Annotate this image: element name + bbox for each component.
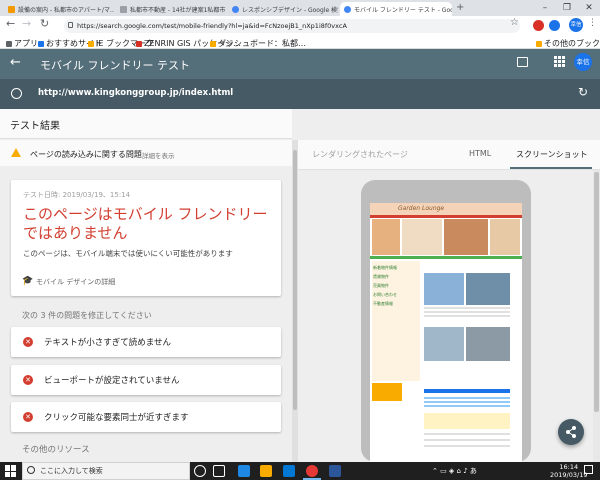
graduation-cap-icon: 🎓 xyxy=(22,276,34,286)
other-resources-heading: その他のリソース xyxy=(22,445,90,455)
extension-icon[interactable] xyxy=(549,20,560,31)
tab-label: レスポンシブデザイン - Google 検索 xyxy=(242,6,338,14)
bookmark-item[interactable]: ダッシュボード：私都… xyxy=(210,38,306,49)
folder-icon xyxy=(88,40,94,47)
forward-arrow-icon[interactable]: → xyxy=(22,17,31,30)
page-screenshot: Garden Lounge 新着物件情報 賃貸物件 売買物件 お問い合わせ 不動… xyxy=(370,203,522,462)
search-icon xyxy=(27,466,35,474)
favicon-icon xyxy=(38,40,44,47)
google-g-icon xyxy=(232,5,239,13)
clock-time: 16:14 xyxy=(559,463,579,471)
favicon-icon xyxy=(136,40,142,47)
browser-tab-1[interactable]: 設備の案内 - 私都市のアパート/マ… ✕ xyxy=(4,2,114,16)
system-tray-icons[interactable]: ⌃ ▭ ◈ ⌂ ♪ あ xyxy=(432,466,477,476)
new-tab-button[interactable]: + xyxy=(456,2,464,13)
cortana-icon[interactable] xyxy=(194,465,206,477)
issue-text: クリック可能な要素同士が近すぎます xyxy=(44,413,189,423)
reload-icon[interactable]: ↻ xyxy=(40,17,49,30)
warning-icon xyxy=(11,148,21,157)
edge-icon[interactable] xyxy=(238,465,250,477)
issues-heading: 次の 3 件の問題を修正してください xyxy=(22,311,152,320)
share-button[interactable] xyxy=(558,419,584,445)
file-explorer-icon[interactable] xyxy=(260,465,272,477)
folder-icon xyxy=(536,40,542,47)
issue-card[interactable]: ✕ テキストが小さすぎて読めません xyxy=(11,327,281,357)
browser-tab-active[interactable]: モバイル フレンドリー テスト - Googl… ✕ xyxy=(340,2,452,16)
retest-refresh-icon[interactable]: ↻ xyxy=(578,85,588,99)
verdict-heading: このページはモバイル フレンドリーではありません xyxy=(23,205,268,242)
verdict-subtext: このページは、モバイル端末では使いにくい可能性があります xyxy=(23,249,233,258)
outlook-icon[interactable] xyxy=(283,465,295,477)
other-bookmarks[interactable]: その他のブックマーク xyxy=(536,38,600,49)
menu-kebab-icon[interactable]: ⋮ xyxy=(588,18,597,28)
task-view-icon[interactable] xyxy=(213,465,225,477)
tab-html[interactable]: HTML xyxy=(469,149,491,158)
details-link[interactable]: 詳細を表示 xyxy=(142,150,175,160)
site-logo: Garden Lounge xyxy=(398,205,445,212)
profile-avatar[interactable]: 幸信 xyxy=(569,18,583,32)
loading-issue-title: ページの読み込みに関する問題 xyxy=(30,150,142,159)
issue-card[interactable]: ✕ クリック可能な要素同士が近すぎます xyxy=(11,402,281,432)
scrollbar-thumb[interactable] xyxy=(594,172,599,412)
scrollbar-thumb[interactable] xyxy=(293,150,297,410)
back-arrow-icon[interactable]: ← xyxy=(6,17,15,30)
page-title: モバイル フレンドリー テスト xyxy=(40,59,190,72)
bookmark-apps[interactable]: アプリ xyxy=(6,38,38,49)
lock-icon xyxy=(68,22,73,28)
clock-date: 2019/03/19 xyxy=(550,471,588,479)
error-icon: ✕ xyxy=(23,337,33,347)
issue-card[interactable]: ✕ ビューポートが設定されていません xyxy=(11,365,281,395)
mobile-design-link[interactable]: モバイル デザインの詳細 xyxy=(36,277,115,287)
share-icon xyxy=(566,426,576,438)
results-title: テスト結果 xyxy=(10,121,60,132)
extension-icon[interactable] xyxy=(533,20,544,31)
tab-label: 設備の案内 - 私都市のアパート/マ… xyxy=(18,6,114,14)
issue-text: テキストが小さすぎて読めません xyxy=(44,338,171,348)
site-nav-text: 新着物件情報 賃貸物件 売買物件 お問い合わせ 不動産情報 xyxy=(373,265,397,306)
browser-tab-2[interactable]: 私都市不動産 - 14社が建案1私都市… ✕ xyxy=(116,2,226,16)
bookmark-star-icon[interactable]: ☆ xyxy=(510,17,519,28)
active-tab-indicator xyxy=(510,167,592,169)
tab-screenshot[interactable]: スクリーンショット xyxy=(516,149,588,160)
minimize-button[interactable]: – xyxy=(534,0,556,16)
chrome-icon[interactable] xyxy=(306,465,318,477)
word-icon[interactable] xyxy=(329,465,341,477)
windows-start-icon[interactable] xyxy=(5,465,17,477)
rendered-page-label: レンダリングされたページ xyxy=(312,150,408,159)
test-date: テスト日時: 2019/03/19、15:14 xyxy=(23,191,131,199)
back-arrow-icon[interactable]: ← xyxy=(10,55,21,70)
issue-text: ビューポートが設定されていません xyxy=(44,376,180,386)
apps-grid-icon xyxy=(6,40,12,47)
error-icon: ✕ xyxy=(23,412,33,422)
tab-label: 私都市不動産 - 14社が建案1私都市… xyxy=(130,6,226,14)
globe-icon xyxy=(11,88,22,99)
apps-grid-icon[interactable] xyxy=(554,56,565,67)
notification-center-icon[interactable] xyxy=(584,465,593,474)
window-close-button[interactable]: ✕ xyxy=(578,0,600,16)
tested-url[interactable]: http://www.kingkonggroup.jp/index.html xyxy=(38,88,233,98)
browser-tab-3[interactable]: レスポンシブデザイン - Google 検索 ✕ xyxy=(228,2,338,16)
tab-label: モバイル フレンドリー テスト - Googl… xyxy=(354,6,452,14)
feedback-icon[interactable] xyxy=(517,57,528,67)
favicon-icon xyxy=(120,5,127,13)
favicon-icon xyxy=(8,5,15,13)
google-g-icon xyxy=(344,5,351,13)
taskbar-clock[interactable]: 16:14 2019/03/19 xyxy=(550,463,587,479)
url-bar[interactable]: https://search.google.com/test/mobile-fr… xyxy=(64,19,520,33)
favicon-icon xyxy=(210,40,216,47)
search-placeholder: ここに入力して検索 xyxy=(40,467,103,475)
account-avatar[interactable]: 幸信 xyxy=(574,53,592,71)
error-icon: ✕ xyxy=(23,375,33,385)
maximize-button[interactable]: ❐ xyxy=(556,0,578,16)
